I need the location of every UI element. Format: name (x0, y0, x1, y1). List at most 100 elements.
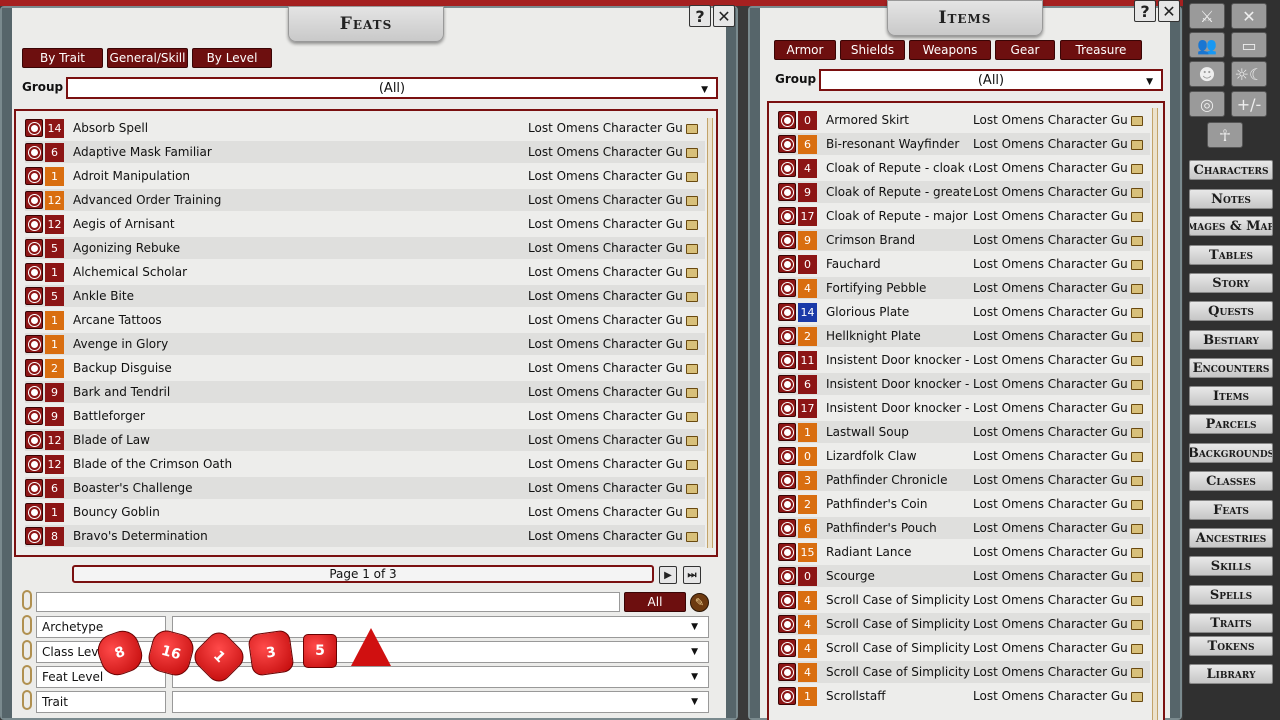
record-link-icon[interactable] (778, 159, 796, 177)
tab-treasure[interactable]: Treasure (1060, 40, 1142, 60)
card-icon[interactable]: ▭ (1231, 32, 1267, 58)
items-group-select[interactable]: (All) ▼ (819, 69, 1163, 91)
record-link-icon[interactable] (25, 119, 43, 137)
book-icon (1131, 572, 1143, 582)
sidebar-item-skills[interactable]: Skills (1189, 556, 1273, 576)
record-link-icon[interactable] (25, 407, 43, 425)
filter-trait-select[interactable]: ▼ (172, 691, 709, 713)
d8-die[interactable]: 3 (247, 629, 295, 677)
record-link-icon[interactable] (25, 311, 43, 329)
record-link-icon[interactable] (25, 359, 43, 377)
d4-die[interactable] (351, 628, 391, 666)
next-page-button[interactable]: ▶ (659, 566, 677, 584)
record-link-icon[interactable] (778, 375, 796, 393)
tab-by-level[interactable]: By Level (192, 48, 272, 68)
record-link-icon[interactable] (778, 615, 796, 633)
tab-weapons[interactable]: Weapons (909, 40, 991, 60)
record-link-icon[interactable] (778, 303, 796, 321)
sidebar-item-traits[interactable]: Traits (1189, 613, 1273, 633)
record-link-icon[interactable] (25, 479, 43, 497)
record-link-icon[interactable] (778, 495, 796, 513)
record-link-icon[interactable] (25, 263, 43, 281)
record-link-icon[interactable] (778, 327, 796, 345)
feats-help-button[interactable]: ? (689, 5, 711, 27)
record-link-icon[interactable] (25, 143, 43, 161)
filter-trait[interactable]: Trait ▼ (36, 691, 709, 713)
last-page-button[interactable]: ⏭ (683, 566, 701, 584)
party-icon[interactable]: 👥 (1189, 32, 1225, 58)
figure-icon[interactable]: ☥ (1207, 122, 1243, 148)
chain-icon (22, 690, 32, 710)
target-icon[interactable]: ◎ (1189, 91, 1225, 117)
record-link-icon[interactable] (778, 255, 796, 273)
record-link-icon[interactable] (778, 471, 796, 489)
filter-feat-level[interactable]: Feat Level ▼ (36, 666, 709, 688)
sidebar-item-tables[interactable]: Tables (1189, 245, 1273, 265)
day-night-icon[interactable]: ☼☾ (1231, 61, 1267, 87)
sidebar-item-items[interactable]: Items (1189, 386, 1273, 406)
record-link-icon[interactable] (778, 447, 796, 465)
sidebar-item-quests[interactable]: Quests (1189, 301, 1273, 321)
all-filter-button[interactable]: All (624, 592, 686, 612)
tab-shields[interactable]: Shields (840, 40, 905, 60)
sidebar-item-story[interactable]: Story (1189, 273, 1273, 293)
record-link-icon[interactable] (25, 383, 43, 401)
sidebar-item-images-maps[interactable]: Images & Maps (1189, 216, 1273, 236)
record-link-icon[interactable] (25, 215, 43, 233)
record-link-icon[interactable] (778, 111, 796, 129)
sword-icon[interactable]: ⚔ (1189, 3, 1225, 29)
sidebar-item-spells[interactable]: Spells (1189, 585, 1273, 605)
sidebar-item-classes[interactable]: Classes (1189, 471, 1273, 491)
record-link-icon[interactable] (25, 455, 43, 473)
sidebar-item-notes[interactable]: Notes (1189, 189, 1273, 209)
feats-search-input[interactable] (36, 592, 620, 612)
items-scrollbar[interactable] (1152, 108, 1158, 720)
sidebar-item-parcels[interactable]: Parcels (1189, 414, 1273, 434)
record-link-icon[interactable] (778, 663, 796, 681)
tab-gear[interactable]: Gear (995, 40, 1055, 60)
feats-close-button[interactable]: ✕ (713, 5, 735, 27)
record-link-icon[interactable] (778, 687, 796, 705)
sidebar-item-feats[interactable]: Feats (1189, 500, 1273, 520)
sidebar-item-encounters[interactable]: Encounters (1189, 358, 1273, 378)
crossed-tools-icon[interactable]: ✕ (1231, 3, 1267, 29)
modifier-icon[interactable]: +/- (1231, 91, 1267, 117)
record-link-icon[interactable] (778, 207, 796, 225)
record-link-icon[interactable] (778, 183, 796, 201)
record-link-icon[interactable] (778, 351, 796, 369)
record-link-icon[interactable] (778, 231, 796, 249)
tab-by-trait[interactable]: By Trait (22, 48, 103, 68)
feats-scrollbar[interactable] (707, 118, 713, 548)
sidebar-item-bestiary[interactable]: Bestiary (1189, 330, 1273, 350)
record-link-icon[interactable] (778, 423, 796, 441)
feats-group-select[interactable]: (All) ▼ (66, 77, 718, 99)
sidebar-item-tokens[interactable]: Tokens (1189, 636, 1273, 656)
record-link-icon[interactable] (778, 279, 796, 297)
sidebar-item-backgrounds[interactable]: Backgrounds (1189, 443, 1273, 463)
record-link-icon[interactable] (778, 543, 796, 561)
record-link-icon[interactable] (25, 191, 43, 209)
items-help-button[interactable]: ? (1134, 0, 1156, 22)
record-link-icon[interactable] (25, 503, 43, 521)
face-icon[interactable]: ☻ (1189, 61, 1225, 87)
sidebar-item-library[interactable]: Library (1189, 664, 1273, 684)
record-link-icon[interactable] (778, 135, 796, 153)
tab-general-skill[interactable]: General/Skill (107, 48, 188, 68)
record-link-icon[interactable] (25, 527, 43, 545)
record-link-icon[interactable] (25, 335, 43, 353)
record-link-icon[interactable] (25, 239, 43, 257)
items-close-button[interactable]: ✕ (1158, 0, 1180, 22)
record-link-icon[interactable] (25, 167, 43, 185)
record-link-icon[interactable] (25, 431, 43, 449)
edit-icon[interactable]: ✎ (690, 593, 709, 612)
record-link-icon[interactable] (778, 519, 796, 537)
d6-die[interactable]: 5 (303, 634, 337, 668)
sidebar-item-characters[interactable]: Characters (1189, 160, 1273, 180)
record-link-icon[interactable] (778, 591, 796, 609)
record-link-icon[interactable] (778, 639, 796, 657)
sidebar-item-ancestries[interactable]: Ancestries (1189, 528, 1273, 548)
record-link-icon[interactable] (778, 567, 796, 585)
record-link-icon[interactable] (25, 287, 43, 305)
record-link-icon[interactable] (778, 399, 796, 417)
tab-armor[interactable]: Armor (774, 40, 836, 60)
